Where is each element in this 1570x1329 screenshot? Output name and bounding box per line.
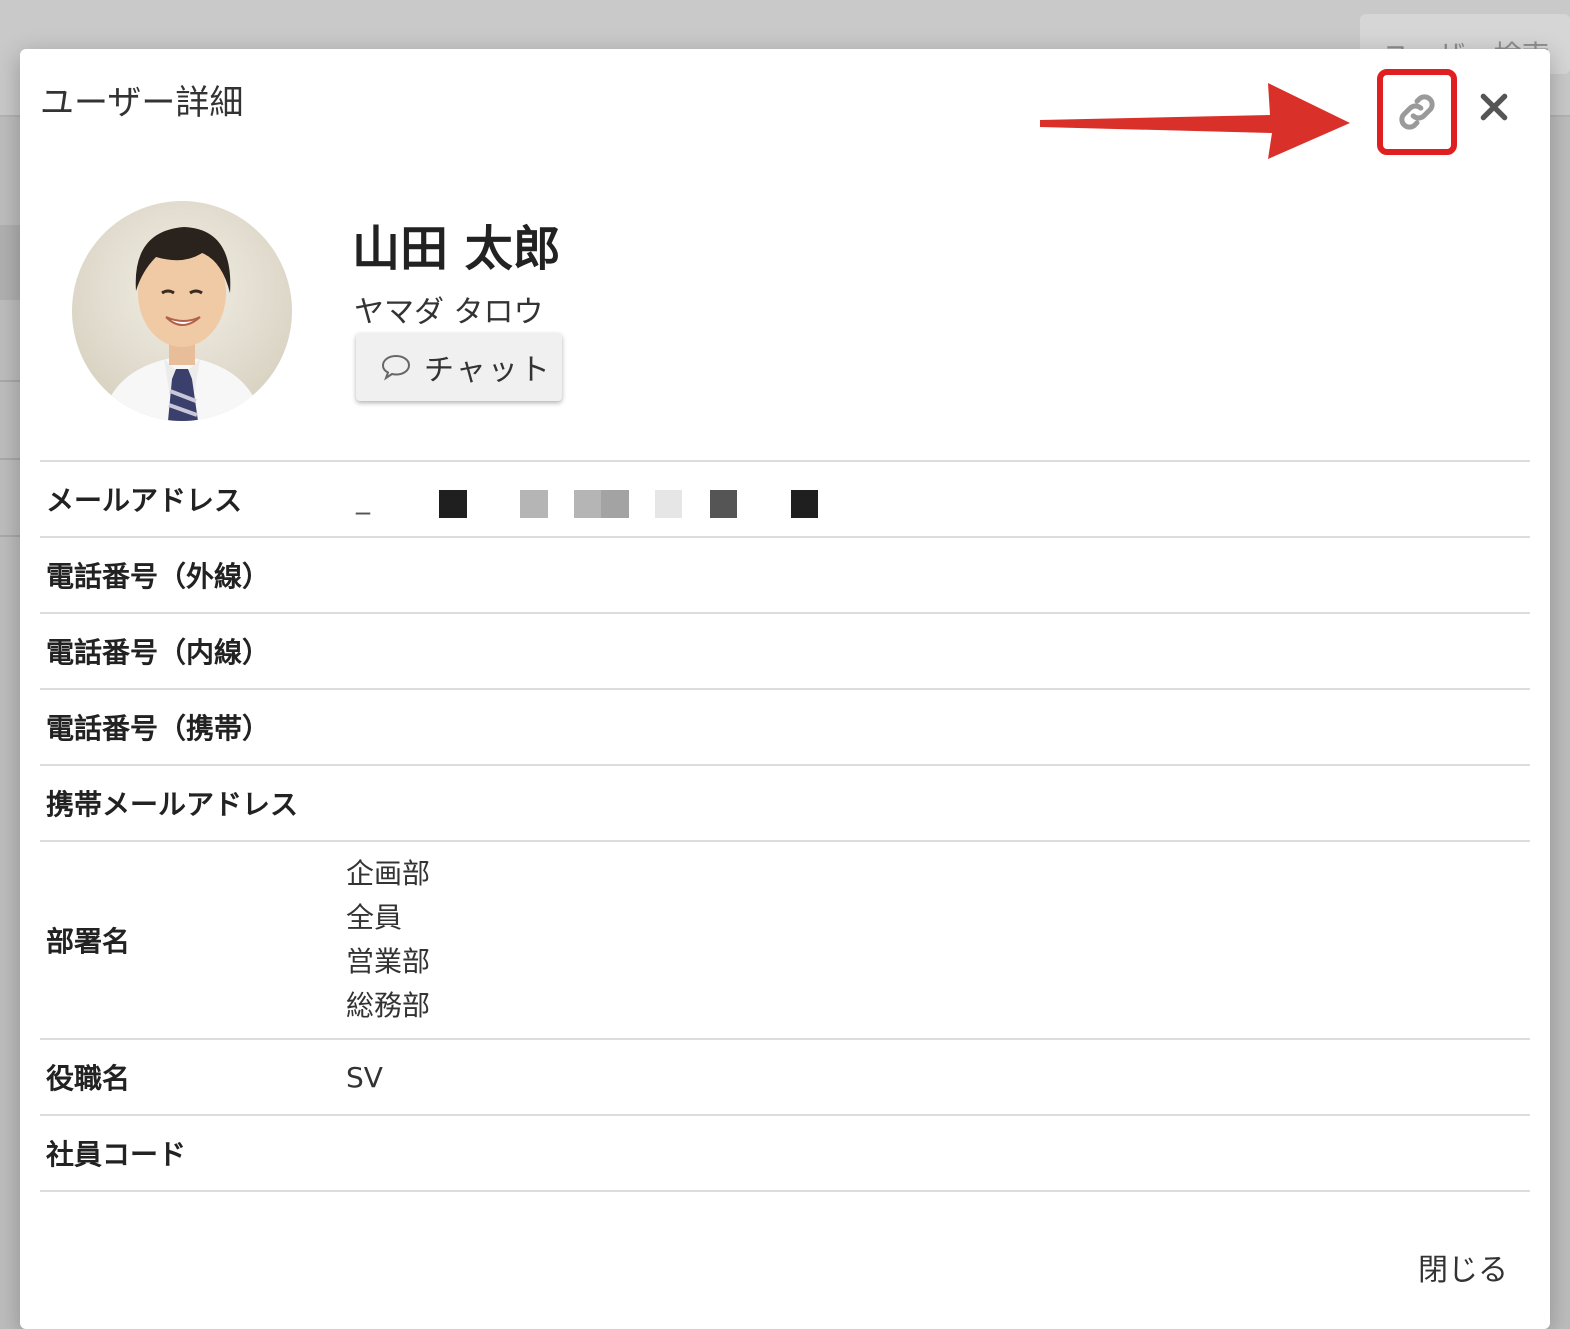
employee-code-value xyxy=(346,1115,1530,1191)
user-name: 山田 太郎 xyxy=(352,221,561,277)
annotation-arrow-icon xyxy=(1040,83,1350,159)
redaction-block xyxy=(710,490,737,518)
user-name-kana: ヤマダ タロウ xyxy=(354,295,544,330)
close-button[interactable]: 閉じる xyxy=(1418,1245,1508,1289)
link-icon xyxy=(1399,94,1435,130)
table-row: 社員コード xyxy=(40,1115,1530,1191)
background-divider xyxy=(0,458,20,460)
email-label: メールアドレス xyxy=(46,484,243,517)
close-x-button[interactable] xyxy=(1472,85,1516,129)
department-item: 企画部 xyxy=(346,857,431,890)
table-row: 電話番号（携帯） xyxy=(40,689,1530,765)
mobile-email-label: 携帯メールアドレス xyxy=(46,788,299,821)
phone-internal-label: 電話番号（内線） xyxy=(46,636,271,669)
employee-code-label: 社員コード xyxy=(46,1138,187,1171)
chat-bubble-icon xyxy=(381,354,411,381)
chat-button[interactable]: チャット xyxy=(356,333,562,401)
phone-mobile-label: 電話番号（携帯） xyxy=(46,712,271,745)
table-row: 部署名 企画部 全員 営業部 総務部 xyxy=(40,841,1530,1039)
department-value: 企画部 全員 営業部 総務部 xyxy=(346,841,1530,1039)
mobile-email-value xyxy=(346,765,1530,841)
department-item: 総務部 xyxy=(346,989,431,1022)
background-divider xyxy=(0,380,20,382)
copy-link-button[interactable] xyxy=(1377,69,1457,155)
table-row: 携帯メールアドレス xyxy=(40,765,1530,841)
table-row: 電話番号（内線） xyxy=(40,613,1530,689)
background-band xyxy=(0,225,20,300)
phone-external-value xyxy=(346,537,1530,613)
redaction-block xyxy=(574,490,601,518)
redaction-block xyxy=(601,490,629,518)
avatar xyxy=(72,201,292,421)
table-row: 電話番号（外線） xyxy=(40,537,1530,613)
redaction-block xyxy=(791,490,818,518)
user-detail-table: メールアドレス _ 電話番号（外線） 電話番号（内線） 電話番号（携帯） 携帯メ… xyxy=(40,460,1530,1192)
email-value: _ xyxy=(346,461,1530,537)
modal-title: ユーザー詳細 xyxy=(40,83,244,123)
background-divider xyxy=(0,535,20,537)
department-item: 全員 xyxy=(346,901,403,934)
redaction-block xyxy=(520,490,548,518)
table-row: 役職名 SV xyxy=(40,1039,1530,1115)
redaction-block xyxy=(439,490,467,518)
position-label: 役職名 xyxy=(46,1062,131,1095)
chat-button-label: チャット xyxy=(424,353,552,388)
phone-internal-value xyxy=(346,613,1530,689)
redaction-block xyxy=(655,490,682,518)
user-detail-modal: ユーザー詳細 山田 太郎 ヤマダ タロウ チャット メールアドレス _ 電話番号… xyxy=(20,49,1550,1329)
department-item: 営業部 xyxy=(346,945,431,978)
position-value: SV xyxy=(346,1060,383,1094)
phone-external-label: 電話番号（外線） xyxy=(46,560,271,593)
phone-mobile-value xyxy=(346,689,1530,765)
table-row: メールアドレス _ xyxy=(40,461,1530,537)
email-text: _ xyxy=(356,482,370,515)
department-label: 部署名 xyxy=(46,925,131,958)
close-icon xyxy=(1480,93,1508,121)
